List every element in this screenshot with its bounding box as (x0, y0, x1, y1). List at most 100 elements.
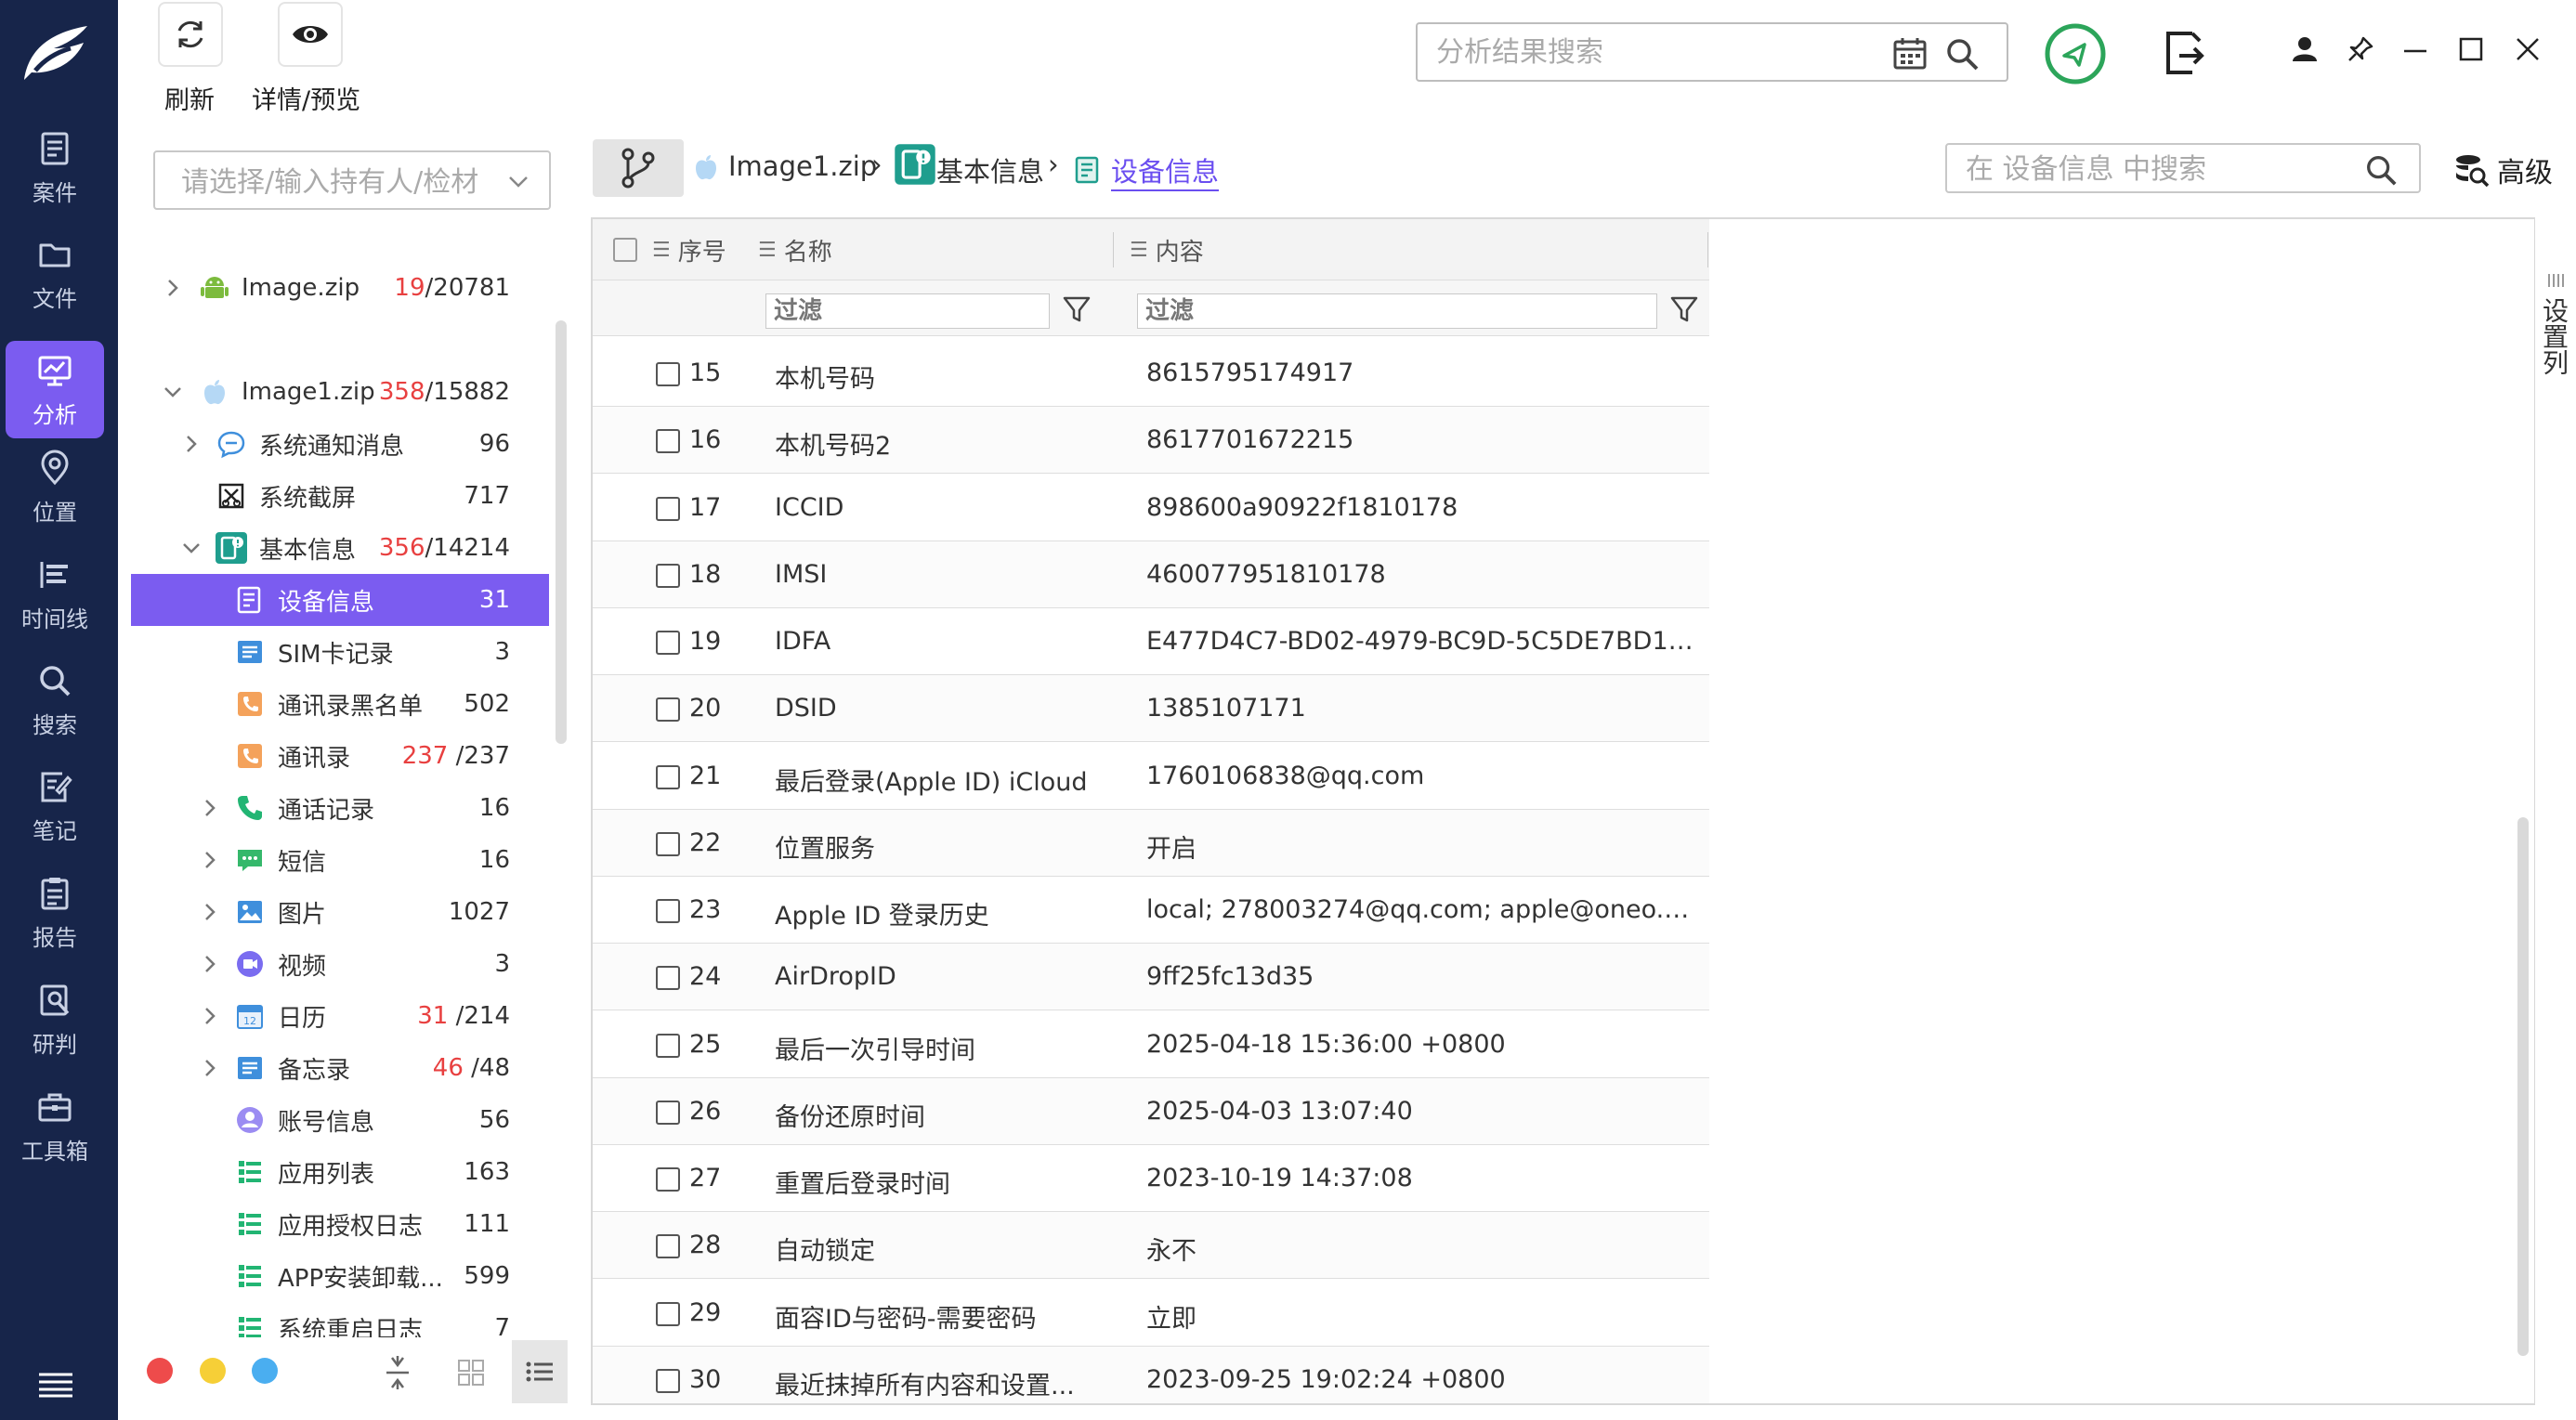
tree-item-accounts[interactable]: 账号信息 56 (131, 1094, 549, 1146)
table-row[interactable]: 30 最近抹掉所有内容和设置... 2023-09-25 19:02:24 +080… (593, 1346, 1709, 1403)
table-row[interactable]: 25 最后一次引导时间 2025-04-18 15:36:00 +0800 (593, 1011, 1709, 1078)
tree-item-sms[interactable]: 短信 16 (131, 834, 549, 886)
tree-item-contacts-blacklist[interactable]: 通讯录黑名单 502 (131, 678, 549, 730)
table-row[interactable]: 22 位置服务 开启 (593, 809, 1709, 877)
tree-item-memos[interactable]: 备忘录 46 /48 (131, 1042, 549, 1094)
menu-icon[interactable] (37, 1371, 74, 1399)
nav-file[interactable]: 文件 (6, 225, 104, 322)
nav-location[interactable]: 位置 (6, 438, 104, 536)
table-row[interactable]: 24 AirDropID 9ff25fc13d35 (593, 944, 1709, 1011)
table-row[interactable]: 23 Apple ID 登录历史 local; 278003274@qq.com; … (593, 877, 1709, 944)
connection-status-icon[interactable] (2044, 22, 2107, 85)
column-content-header[interactable]: ☰ 内容 (1130, 219, 1204, 280)
tag-red-dot[interactable] (147, 1358, 173, 1384)
calendar-icon[interactable] (1891, 35, 1929, 72)
filter-icon[interactable] (1061, 293, 1092, 325)
maximize-icon[interactable] (2457, 35, 2485, 63)
filter-icon[interactable] (1668, 293, 1700, 325)
column-menu-icon[interactable]: ☰ (1130, 239, 1148, 262)
table-row[interactable]: 16 本机号码2 8617701672215 (593, 407, 1709, 475)
table-row[interactable]: 21 最后登录(Apple ID) iCloud 1760106838@qq.com (593, 743, 1709, 810)
column-divider[interactable] (1707, 232, 1708, 267)
chevron-right-icon[interactable] (179, 432, 203, 456)
row-checkbox[interactable] (656, 1234, 680, 1259)
chevron-down-icon[interactable] (179, 536, 203, 560)
detail-preview-button[interactable] (278, 2, 343, 67)
row-checkbox[interactable] (656, 697, 680, 723)
row-checkbox[interactable] (656, 899, 680, 923)
tree-item-sim-records[interactable]: SIM卡记录 3 (131, 626, 549, 678)
search-icon[interactable] (1943, 35, 1981, 72)
row-checkbox[interactable] (656, 1033, 680, 1058)
table-row[interactable]: 29 面容ID与密码-需要密码 立即 (593, 1280, 1709, 1347)
local-search-input[interactable] (1966, 152, 2347, 186)
table-row[interactable]: 19 IDFA E477D4C7-BD02-4979-BC9D-5C5DE7BD1F… (593, 608, 1709, 675)
tree-item-app-list[interactable]: 应用列表 163 (131, 1146, 549, 1198)
row-checkbox[interactable] (656, 1100, 680, 1125)
table-row[interactable]: 26 备份还原时间 2025-04-03 13:07:40 (593, 1077, 1709, 1145)
owner-select-input[interactable] (181, 163, 497, 201)
branch-button[interactable] (593, 139, 684, 197)
nav-search[interactable]: 搜索 (6, 651, 104, 749)
tree-item-calendar[interactable]: 12 日历 31 /214 (131, 990, 549, 1042)
row-checkbox[interactable] (656, 1301, 680, 1326)
table-row[interactable]: 18 IMSI 460077951810178 (593, 541, 1709, 608)
chevron-down-icon[interactable] (506, 169, 530, 193)
tree-item-app-permission-log[interactable]: 应用授权日志 111 (131, 1198, 549, 1250)
minimize-icon[interactable] (2401, 35, 2429, 63)
tree-item-images[interactable]: 图片 1027 (131, 886, 549, 938)
tree-item-videos[interactable]: 视频 3 (131, 938, 549, 990)
list-view-button[interactable] (512, 1340, 568, 1403)
search-icon[interactable] (2363, 152, 2399, 188)
row-checkbox[interactable] (656, 966, 680, 991)
user-icon[interactable] (2291, 35, 2319, 63)
nav-report[interactable]: 报告 (6, 864, 104, 961)
tree-item-image-zip[interactable]: Image.zip 19/20781 (131, 262, 549, 314)
name-filter-input[interactable]: 过滤 (765, 293, 1050, 329)
nav-timeline[interactable]: 时间线 (6, 545, 104, 643)
chevron-right-icon[interactable] (198, 1004, 222, 1028)
row-checkbox[interactable] (656, 831, 680, 856)
column-index-header[interactable]: ☰ 序号 (652, 219, 726, 280)
row-checkbox[interactable] (656, 362, 680, 386)
breadcrumb-basic-info[interactable]: 基本信息 (936, 150, 1044, 189)
tree-item-system-screenshots[interactable]: 系统截屏 717 (131, 470, 549, 522)
tree-item-device-info[interactable]: 设备信息 31 (131, 574, 549, 626)
nav-note[interactable]: 笔记 (6, 757, 104, 854)
row-checkbox[interactable] (656, 429, 680, 454)
row-checkbox[interactable] (656, 496, 680, 521)
nav-analysis[interactable]: 分析 (6, 341, 104, 438)
close-icon[interactable] (2514, 35, 2542, 63)
chevron-right-icon[interactable] (198, 796, 222, 820)
column-name-header[interactable]: ☰ 名称 (758, 219, 832, 280)
tree-item-basic-info[interactable]: 基本信息 356/14214 (131, 522, 549, 574)
select-all-checkbox[interactable] (613, 219, 637, 280)
chevron-right-icon[interactable] (198, 900, 222, 924)
tree-scrollbar[interactable] (556, 320, 567, 744)
nav-toolbox[interactable]: 工具箱 (6, 1077, 104, 1175)
table-row[interactable]: 20 DSID 1385107171 (593, 675, 1709, 743)
row-checkbox[interactable] (656, 563, 680, 588)
breadcrumb-device-info[interactable]: 设备信息 (1111, 150, 1220, 191)
global-search-input[interactable] (1436, 33, 1882, 71)
export-icon[interactable] (2161, 28, 2207, 78)
row-checkbox[interactable] (656, 631, 680, 655)
chevron-right-icon[interactable] (198, 848, 222, 872)
table-row[interactable]: 27 重置后登录时间 2023-10-19 14:37:08 (593, 1145, 1709, 1212)
tree-item-app-install-log[interactable]: APP安装卸载... 599 (131, 1250, 549, 1302)
column-settings-panel[interactable]: 设置列 (2534, 217, 2576, 1405)
tree-item-system-notifications[interactable]: 系统通知消息 96 (131, 418, 549, 470)
tag-yellow-dot[interactable] (200, 1358, 226, 1384)
column-menu-icon[interactable]: ☰ (758, 239, 777, 262)
chevron-right-icon[interactable] (198, 1056, 222, 1080)
row-checkbox[interactable] (656, 1368, 680, 1393)
tree-item-call-logs[interactable]: 通话记录 16 (131, 782, 549, 834)
column-menu-icon[interactable]: ☰ (652, 239, 671, 262)
nav-judge[interactable]: 研判 (6, 971, 104, 1068)
row-checkbox[interactable] (656, 764, 680, 789)
chevron-right-icon[interactable] (161, 276, 185, 300)
breadcrumb-image1-zip[interactable]: Image1.zip (728, 150, 877, 182)
table-row[interactable]: 15 本机号码 8615795174917 (593, 340, 1709, 407)
tree-item-contacts[interactable]: 通讯录 237 /237 (131, 730, 549, 782)
tag-blue-dot[interactable] (252, 1358, 278, 1384)
